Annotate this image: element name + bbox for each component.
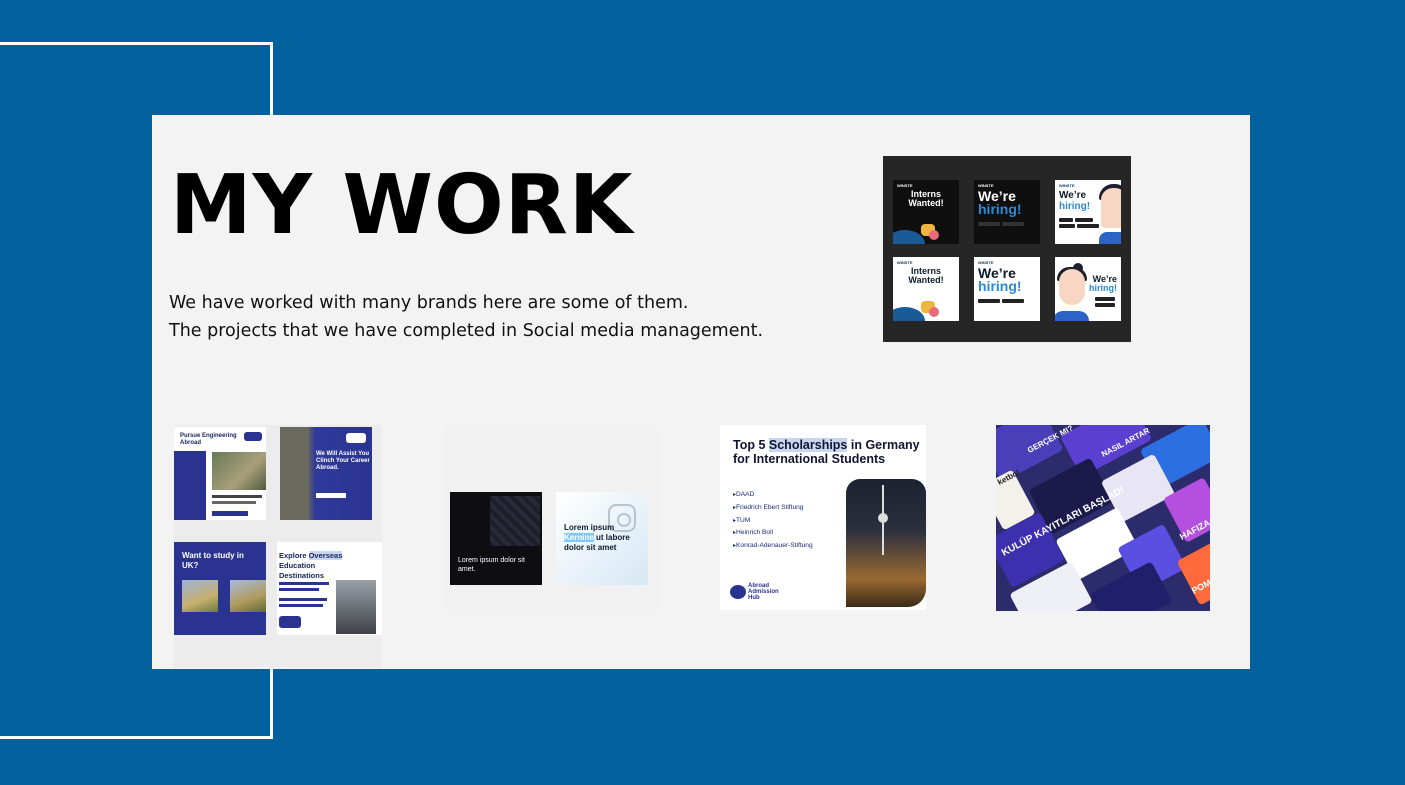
hiring-posts-image: WINSTE Interns Wanted! WINSTE We’re hiri… xyxy=(883,156,1131,342)
tile-brand: WINSTE xyxy=(897,183,913,188)
tile-headline: Interns Wanted! xyxy=(908,266,944,285)
card-title: Pursue Engineering Abroad xyxy=(180,433,237,446)
tile-headline: We’re hiring! xyxy=(978,188,1022,217)
lorem-ipsum-posts-thumbnail: Lorem ipsum dolor sit amet. Lorem ipsum … xyxy=(444,425,659,610)
post-title: Top 5 Scholarships in Germany for Intern… xyxy=(733,438,920,466)
hiring-tile: We’re hiring! xyxy=(1055,257,1121,321)
list-item: Konrad-Adenauer-Stiftung xyxy=(733,540,813,553)
description-line-1: We have worked with many brands here are… xyxy=(169,293,689,313)
hiring-tile: WINSTE We’re hiring! xyxy=(974,257,1040,321)
city-night-photo xyxy=(846,479,926,607)
tile-headline: We’re hiring! xyxy=(1059,190,1091,212)
card-title: Want to study in UK? xyxy=(182,551,244,570)
engineering-card: Pursue Engineering Abroad xyxy=(174,427,266,520)
tile-brand: WINSTE xyxy=(897,260,913,265)
tile-headline: We’re hiring! xyxy=(978,265,1022,294)
tile-headline: Interns Wanted! xyxy=(908,189,944,208)
study-uk-card: Want to study in UK? xyxy=(174,542,266,635)
card-title: We Will Assist You Clinch Your Career Ab… xyxy=(316,451,370,471)
list-item: TUM xyxy=(733,515,813,528)
page-description: We have worked with many brands here are… xyxy=(169,289,763,345)
graduation-cap-globe-icon xyxy=(730,585,746,599)
logo-text: Abroad Admission Hub xyxy=(748,583,779,601)
list-item: Heinrich Boll xyxy=(733,527,813,540)
card-text: Lorem ipsum dolor sit amet. xyxy=(458,557,525,573)
tile-brand: WINSTE xyxy=(1059,183,1075,188)
page-title: MY WORK xyxy=(170,158,634,253)
hiring-tile: WINSTE We’re hiring! xyxy=(974,180,1040,244)
tile-headline: We’re hiring! xyxy=(1089,274,1117,293)
scholarship-list: DAAD Friedrich Ebert Stiftung TUM Heinri… xyxy=(733,489,813,553)
content-panel: MY WORK We have worked with many brands … xyxy=(152,115,1250,669)
career-assist-card: We Will Assist You Clinch Your Career Ab… xyxy=(280,427,372,520)
dark-post-card: Lorem ipsum dolor sit amet. xyxy=(450,492,542,585)
description-line-2: The projects that we have completed in S… xyxy=(169,321,764,341)
light-post-card: Lorem ipsum Kernine ut labore dolor sit … xyxy=(556,492,648,585)
overseas-card: Explore Overseas Education Destinations xyxy=(277,542,382,635)
list-item: Friedrich Ebert Stiftung xyxy=(733,502,813,515)
card-text: Lorem ipsum Kernine ut labore dolor sit … xyxy=(564,523,630,552)
collage-posts-thumbnail: GERÇEK MI? NASIL ARTAR ketbol KULÜP KAYI… xyxy=(996,425,1210,611)
logo-icon xyxy=(346,433,366,443)
card-title: Explore Overseas Education Destinations xyxy=(279,551,343,580)
list-item: DAAD xyxy=(733,489,813,502)
hiring-tile: WINSTE We’re hiring! xyxy=(1055,180,1121,244)
logo-icon xyxy=(244,432,262,441)
hiring-tile: WINSTE Interns Wanted! xyxy=(893,257,959,321)
study-abroad-posts-thumbnail: Pursue Engineering Abroad We Will Assist… xyxy=(174,425,382,667)
scholarships-post-thumbnail: Top 5 Scholarships in Germany for Intern… xyxy=(720,425,926,610)
hiring-tile: WINSTE Interns Wanted! xyxy=(893,180,959,244)
logo-icon xyxy=(279,616,301,628)
